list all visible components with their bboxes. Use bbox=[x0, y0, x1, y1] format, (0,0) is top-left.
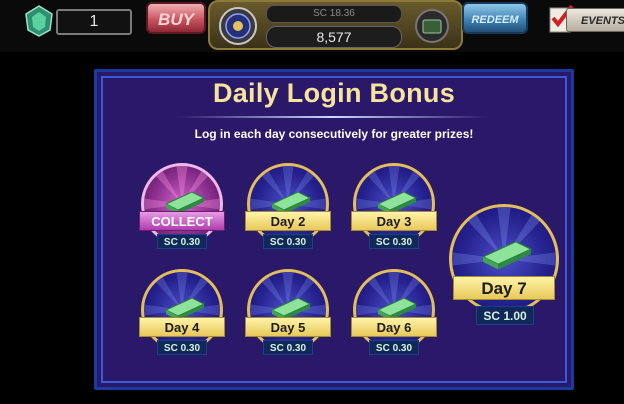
reward-medal bbox=[353, 269, 435, 351]
day-2-prize: SC 0.30 bbox=[263, 234, 313, 249]
collect-button[interactable]: COLLECT bbox=[139, 211, 225, 231]
gold-coin-balance: 8,577 bbox=[266, 26, 402, 48]
day-4-prize: SC 0.30 bbox=[157, 340, 207, 355]
daily-login-bonus-panel: Daily Login Bonus Log in each day consec… bbox=[94, 69, 574, 390]
day-label: Day 2 bbox=[245, 211, 331, 231]
level-badge-icon[interactable] bbox=[24, 4, 54, 38]
buy-button[interactable]: BUY bbox=[146, 2, 206, 34]
reward-medal bbox=[247, 269, 329, 351]
day-label: Day 6 bbox=[351, 317, 437, 337]
day-label: Day 4 bbox=[139, 317, 225, 337]
panel-title: Daily Login Bonus bbox=[212, 78, 456, 108]
day-label: Day 7 bbox=[453, 276, 555, 300]
day-5-reward: Day 5 SC 0.30 bbox=[243, 269, 333, 369]
reward-medal bbox=[247, 163, 329, 245]
day-2-reward: Day 2 SC 0.30 bbox=[243, 163, 333, 263]
day-4-reward: Day 4 SC 0.30 bbox=[137, 269, 227, 369]
wallet-icon[interactable] bbox=[414, 8, 450, 44]
day-5-prize: SC 0.30 bbox=[263, 340, 313, 355]
reward-medal bbox=[353, 163, 435, 245]
day-1-prize: SC 0.30 bbox=[157, 234, 207, 249]
day-7-reward: Day 7 SC 1.00 bbox=[449, 204, 559, 329]
day-1-reward[interactable]: COLLECT SC 0.30 bbox=[137, 163, 227, 263]
reward-medal bbox=[141, 163, 223, 245]
level-counter: 1 bbox=[56, 9, 132, 35]
day-6-reward: Day 6 SC 0.30 bbox=[349, 269, 439, 369]
redeem-button[interactable]: REDEEM bbox=[462, 2, 528, 34]
panel-subtitle: Log in each day consecutively for greate… bbox=[194, 127, 474, 141]
day-3-prize: SC 0.30 bbox=[369, 234, 419, 249]
day-3-reward: Day 3 SC 0.30 bbox=[349, 163, 439, 263]
day-7-prize: SC 1.00 bbox=[476, 306, 534, 325]
cash-stack-icon bbox=[481, 240, 533, 270]
balance-panel: SC 18.36 8,577 bbox=[208, 0, 463, 50]
day-label: Day 3 bbox=[351, 211, 437, 231]
reward-medal bbox=[141, 269, 223, 351]
sweeps-coin-balance: SC 18.36 bbox=[266, 5, 402, 23]
day-6-prize: SC 0.30 bbox=[369, 340, 419, 355]
title-divider bbox=[177, 116, 489, 118]
day-label: Day 5 bbox=[245, 317, 331, 337]
top-bar: 1 BUY SC 18.36 8,577 REDEEM EVENTS bbox=[0, 0, 624, 52]
coin-icon bbox=[219, 7, 257, 45]
events-button[interactable]: EVENTS bbox=[566, 8, 624, 32]
